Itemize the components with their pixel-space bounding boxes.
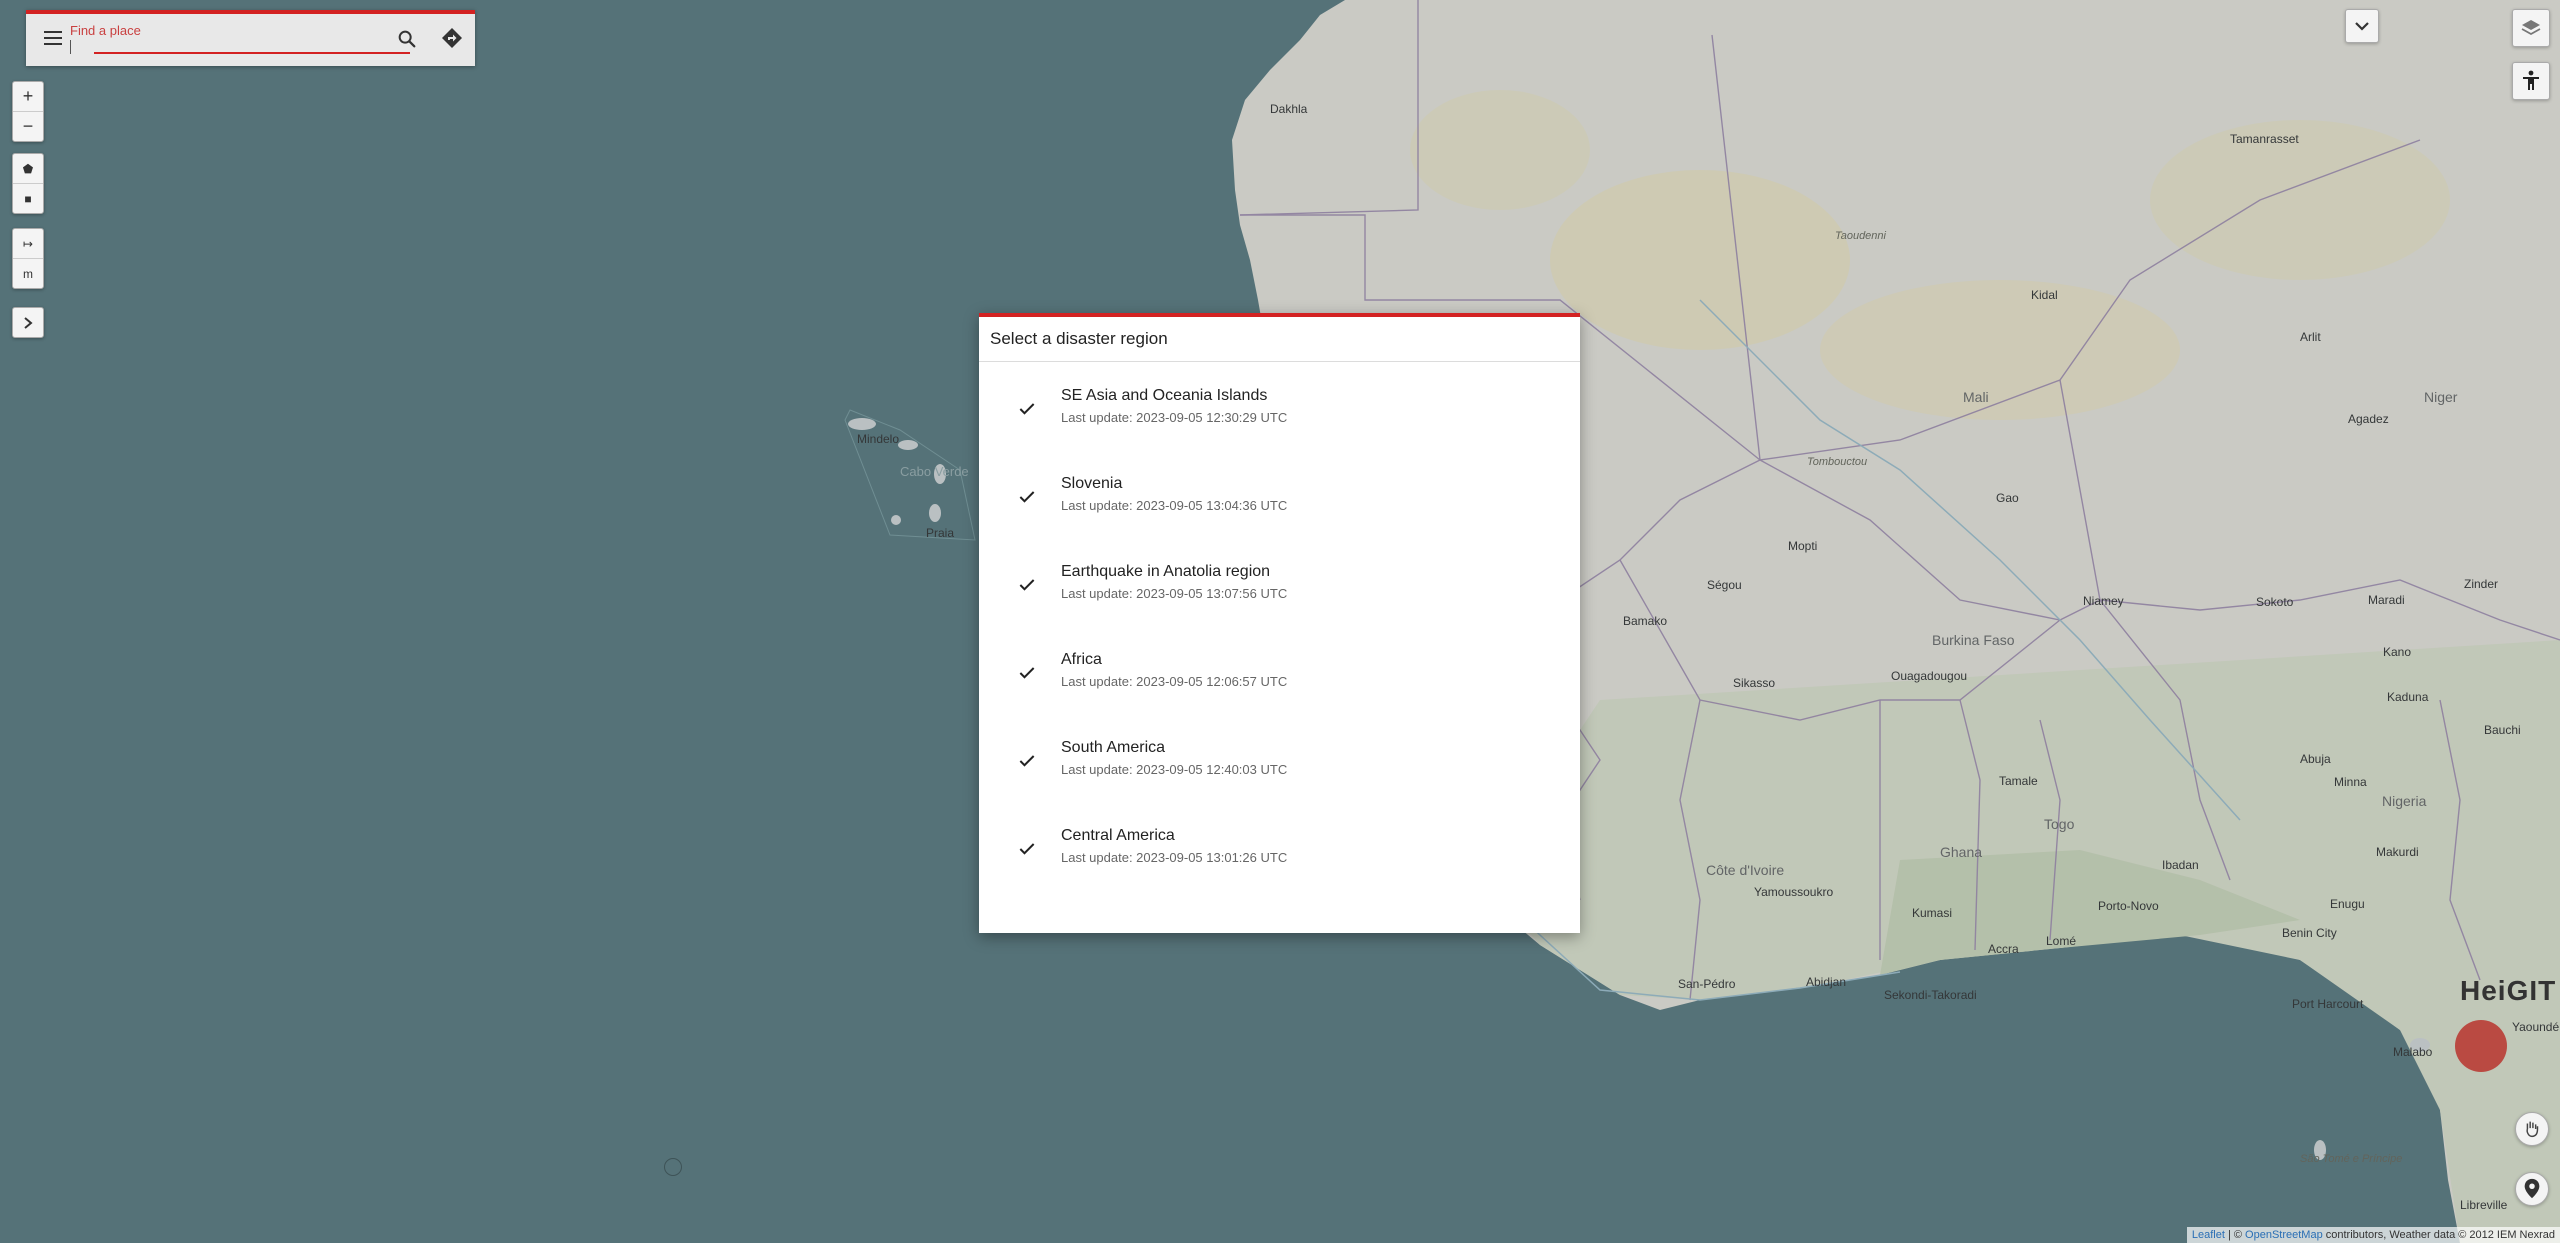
accessibility-icon [2523, 70, 2539, 90]
map-location-marker [664, 1158, 682, 1176]
sidebar-toggle-button[interactable] [13, 308, 43, 337]
region-select-dialog: Select a disaster region SE Asia and Oce… [979, 313, 1580, 933]
region-last-update: Last update: 2023-09-05 13:04:36 UTC [1061, 498, 1288, 513]
region-last-update: Last update: 2023-09-05 13:07:56 UTC [1061, 586, 1288, 601]
heigit-logo: HeiGIT [2460, 975, 2557, 1006]
layers-button[interactable] [2512, 9, 2550, 47]
region-item[interactable]: Slovenia Last update: 2023-09-05 13:04:3… [979, 470, 1580, 558]
search-panel: Find a place [26, 10, 475, 66]
region-name: Africa [1061, 651, 1102, 668]
zoom-control: + − [12, 81, 44, 142]
region-name: SE Asia and Oceania Islands [1061, 387, 1268, 404]
directions-icon[interactable] [440, 26, 464, 50]
zoom-in-button[interactable]: + [13, 82, 43, 111]
search-underline [94, 52, 410, 54]
text-cursor [70, 40, 71, 54]
map-attribution: Leaflet | © OpenStreetMap contributors, … [2186, 1227, 2560, 1243]
search-icon[interactable] [396, 28, 418, 50]
measure-distance-button[interactable]: ↦ [13, 229, 43, 258]
region-item[interactable]: South America Last update: 2023-09-05 12… [979, 734, 1580, 822]
osm-link[interactable]: OpenStreetMap [2245, 1229, 2323, 1241]
sketch-button[interactable] [2515, 1112, 2549, 1146]
search-input[interactable]: Find a place [70, 20, 410, 54]
measure-control: ↦ m [12, 228, 44, 289]
check-icon [1019, 843, 1035, 855]
sidebar-toggle [12, 307, 44, 338]
draw-control: ⬟ ■ [12, 153, 44, 214]
attribution-text: contributors, Weather data © 2012 IEM Ne… [2322, 1229, 2555, 1241]
chevron-right-icon [24, 316, 33, 329]
region-item[interactable]: Africa Last update: 2023-09-05 12:06:57 … [979, 646, 1580, 734]
region-last-update: Last update: 2023-09-05 12:40:03 UTC [1061, 762, 1288, 777]
layers-icon [2521, 20, 2541, 36]
check-icon [1019, 755, 1035, 767]
collapse-button[interactable] [2345, 9, 2379, 43]
region-name: Slovenia [1061, 475, 1123, 492]
leaflet-link[interactable]: Leaflet [2192, 1229, 2225, 1241]
region-last-update: Last update: 2023-09-05 12:30:29 UTC [1061, 410, 1288, 425]
menu-icon[interactable] [44, 31, 62, 45]
region-name: Central America [1061, 827, 1175, 844]
locate-button[interactable] [2515, 1172, 2549, 1206]
region-last-update: Last update: 2023-09-05 12:06:57 UTC [1061, 674, 1288, 689]
region-list: SE Asia and Oceania Islands Last update:… [979, 362, 1580, 910]
accessibility-button[interactable] [2512, 62, 2550, 100]
draw-polygon-button[interactable]: ⬟ [13, 154, 43, 183]
location-pin-icon [2524, 1178, 2540, 1199]
region-item[interactable]: Central America Last update: 2023-09-05 … [979, 822, 1580, 910]
measure-unit-button[interactable]: m [13, 258, 43, 288]
zoom-out-button[interactable]: − [13, 111, 43, 141]
attribution-separator: | © [2224, 1229, 2246, 1241]
region-name: Earthquake in Anatolia region [1061, 563, 1271, 580]
hand-icon [2526, 1121, 2539, 1138]
draw-rectangle-button[interactable]: ■ [13, 183, 43, 213]
check-icon [1019, 579, 1035, 591]
search-placeholder: Find a place [70, 23, 141, 38]
region-name: South America [1061, 739, 1166, 756]
chevron-down-icon [2355, 22, 2369, 31]
region-item[interactable]: SE Asia and Oceania Islands Last update:… [979, 382, 1580, 470]
check-icon [1019, 667, 1035, 679]
check-icon [1019, 403, 1035, 415]
heigit-marker [2455, 1020, 2507, 1072]
region-last-update: Last update: 2023-09-05 13:01:26 UTC [1061, 850, 1288, 865]
region-item[interactable]: Earthquake in Anatolia region Last updat… [979, 558, 1580, 646]
check-icon [1019, 491, 1035, 503]
dialog-title: Select a disaster region [979, 317, 1580, 362]
